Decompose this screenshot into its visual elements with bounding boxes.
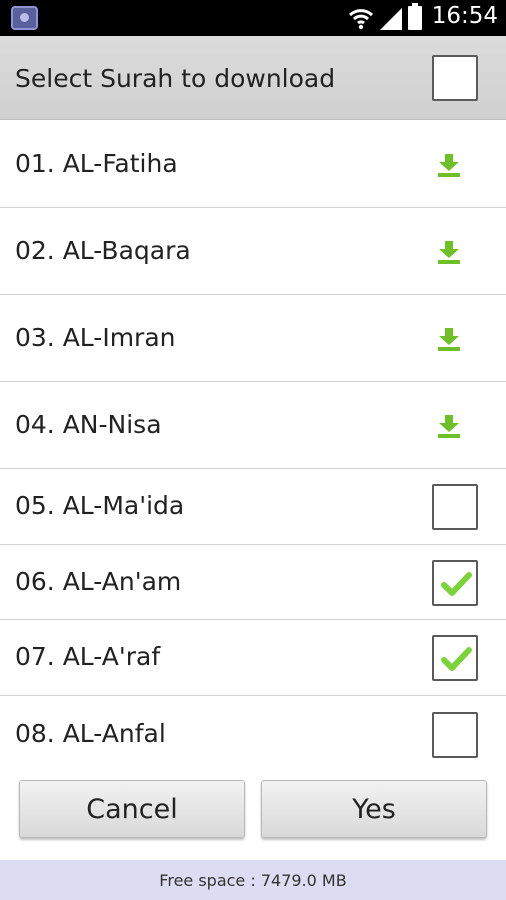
surah-label: 01. AL-Fatiha [15,148,178,178]
surah-item[interactable]: 01. AL-Fatiha [0,121,506,208]
download-icon[interactable] [436,152,462,178]
page-title: Select Surah to download [15,64,336,93]
download-icon[interactable] [436,326,462,352]
surah-checkbox[interactable] [432,484,478,530]
wifi-icon [348,9,374,30]
free-space-footer: Free space : 7479.0 MB [0,860,506,900]
clock: 16:54 [431,3,498,29]
surah-label: 08. AL-Anfal [15,718,166,748]
app-icon [11,6,38,30]
surah-checkbox[interactable] [432,635,478,681]
cancel-button[interactable]: Cancel [19,780,245,838]
check-mark-icon [441,647,472,671]
surah-label: 04. AN-Nisa [15,409,162,439]
surah-label: 06. AL-An'am [15,566,182,596]
status-bar: 16:54 [0,0,506,36]
surah-label: 02. AL-Baqara [15,235,191,265]
check-mark-icon [441,571,472,596]
surah-item[interactable]: 04. AN-Nisa [0,382,506,469]
surah-item[interactable]: 05. AL-Ma'ida [0,469,506,545]
surah-item[interactable]: 07. AL-A'raf [0,620,506,696]
signal-icon [380,8,402,30]
surah-item[interactable]: 08. AL-Anfal [0,696,506,773]
surah-item[interactable]: 06. AL-An'am [0,545,506,620]
download-icon[interactable] [436,413,462,439]
surah-list: 01. AL-Fatiha 02. AL-Baqara 03. AL-Imran 04… [0,121,506,773]
battery-icon [408,3,422,30]
free-space-label: Free space : 7479.0 MB [159,870,347,890]
surah-checkbox[interactable] [432,559,478,606]
surah-item[interactable]: 02. AL-Baqara [0,208,506,295]
header: Select Surah to download [0,36,506,120]
select-all-checkbox[interactable] [432,55,478,101]
surah-item[interactable]: 03. AL-Imran [0,295,506,382]
surah-label: 05. AL-Ma'ida [15,491,185,520]
button-bar: Cancel Yes [0,772,506,860]
yes-button[interactable]: Yes [261,780,487,838]
surah-label: 03. AL-Imran [15,322,176,352]
download-icon[interactable] [436,239,462,265]
surah-checkbox[interactable] [432,711,478,758]
surah-label: 07. AL-A'raf [15,642,161,671]
